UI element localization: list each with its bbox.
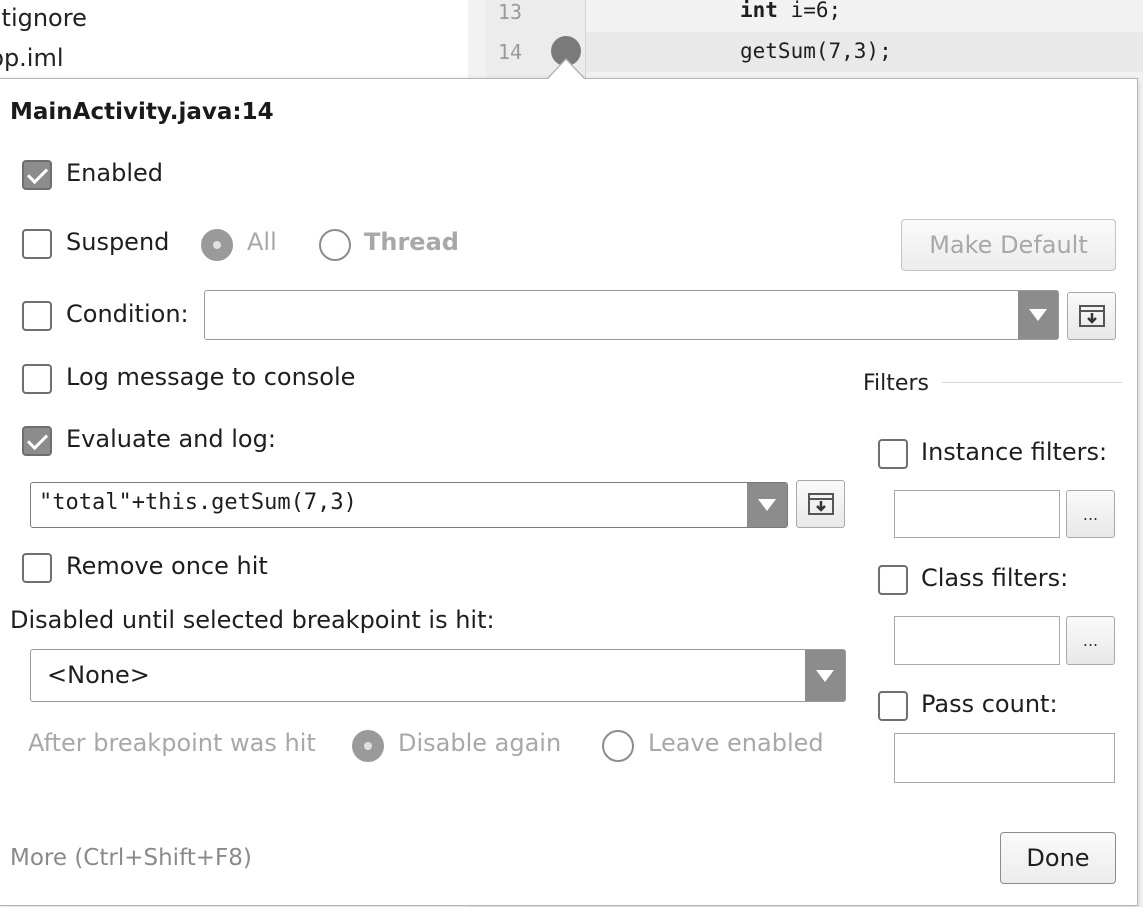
make-default-button[interactable]: Make Default bbox=[901, 219, 1116, 271]
pass-count-checkbox[interactable] bbox=[878, 691, 908, 721]
suspend-all-radio[interactable] bbox=[201, 229, 233, 261]
more-link[interactable]: More (Ctrl+Shift+F8) bbox=[10, 845, 252, 871]
instance-filters-label: Instance filters: bbox=[921, 438, 1108, 466]
project-item-gitignore[interactable]: .gitignore bbox=[0, 4, 87, 32]
suspend-label: Suspend bbox=[66, 228, 170, 256]
expand-editor-icon bbox=[807, 493, 834, 515]
enabled-checkbox[interactable] bbox=[22, 160, 52, 190]
breakpoint-properties-popup: MainActivity.java:14 Enabled Suspend All… bbox=[0, 60, 1138, 906]
popup-title: MainActivity.java:14 bbox=[10, 99, 274, 125]
instance-filters-input[interactable] bbox=[894, 490, 1060, 538]
code-line: getSum(7,3); bbox=[740, 39, 892, 63]
disable-again-radio[interactable] bbox=[352, 730, 384, 762]
evaluate-expression-combo[interactable]: "total"+this.getSum(7,3) bbox=[30, 482, 788, 528]
condition-expand-button[interactable] bbox=[1067, 292, 1116, 340]
suspend-thread-radio[interactable] bbox=[319, 229, 351, 261]
suspend-all-label: All bbox=[247, 228, 277, 256]
evaluate-expand-button[interactable] bbox=[796, 480, 845, 528]
leave-enabled-label: Leave enabled bbox=[648, 729, 824, 757]
line-number: 13 bbox=[498, 0, 523, 24]
chevron-down-icon[interactable] bbox=[1018, 291, 1058, 339]
condition-label: Condition: bbox=[66, 300, 189, 328]
enabled-label: Enabled bbox=[66, 159, 163, 187]
leave-enabled-radio[interactable] bbox=[602, 730, 634, 762]
class-filters-checkbox[interactable] bbox=[878, 565, 908, 595]
project-item-iml[interactable]: app.iml bbox=[0, 44, 64, 72]
evaluate-expression-input[interactable]: "total"+this.getSum(7,3) bbox=[39, 490, 357, 515]
evaluate-log-label: Evaluate and log: bbox=[66, 425, 276, 453]
remove-once-hit-checkbox[interactable] bbox=[22, 553, 52, 583]
instance-filters-browse-button[interactable]: ... bbox=[1066, 490, 1115, 538]
done-button[interactable]: Done bbox=[1000, 832, 1116, 884]
suspend-checkbox[interactable] bbox=[22, 229, 52, 259]
log-message-label: Log message to console bbox=[66, 363, 356, 391]
filters-heading: Filters bbox=[863, 371, 929, 396]
chevron-down-icon[interactable] bbox=[747, 483, 787, 527]
project-panel: .gitignore app.iml bbox=[0, 0, 468, 80]
disabled-until-label: Disabled until selected breakpoint is hi… bbox=[10, 606, 495, 634]
evaluate-log-checkbox[interactable] bbox=[22, 426, 52, 456]
log-message-checkbox[interactable] bbox=[22, 364, 52, 394]
code-line: int i=6; bbox=[740, 0, 842, 22]
instance-filters-checkbox[interactable] bbox=[878, 439, 908, 469]
class-filters-label: Class filters: bbox=[921, 564, 1069, 592]
disabled-until-combo[interactable]: <None> bbox=[30, 649, 846, 702]
suspend-thread-label: Thread bbox=[364, 228, 459, 256]
remove-once-hit-label: Remove once hit bbox=[66, 552, 268, 580]
class-filters-input[interactable] bbox=[894, 616, 1060, 665]
line-number: 14 bbox=[498, 40, 523, 64]
filters-separator bbox=[942, 382, 1122, 383]
disable-again-label: Disable again bbox=[398, 729, 562, 757]
pass-count-label: Pass count: bbox=[921, 690, 1058, 718]
disabled-until-value: <None> bbox=[47, 661, 150, 689]
chevron-down-icon[interactable] bbox=[805, 650, 845, 701]
class-filters-browse-button[interactable]: ... bbox=[1066, 616, 1115, 665]
pass-count-input[interactable] bbox=[894, 733, 1115, 783]
condition-checkbox[interactable] bbox=[22, 301, 52, 331]
condition-combo[interactable] bbox=[204, 290, 1059, 340]
expand-editor-icon bbox=[1078, 305, 1105, 327]
after-hit-label: After breakpoint was hit bbox=[28, 729, 316, 757]
